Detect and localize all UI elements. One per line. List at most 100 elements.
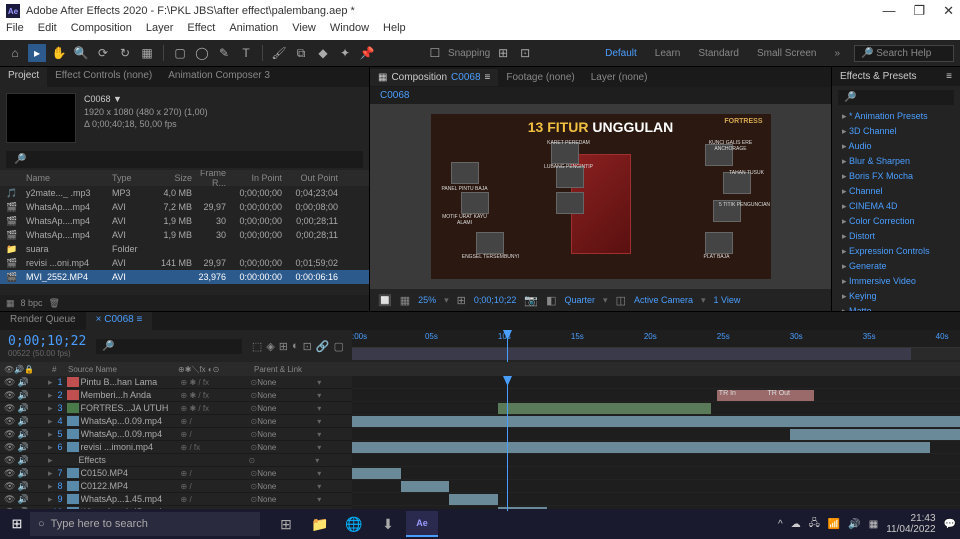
3d-icon[interactable]: ◫ [616, 294, 626, 307]
trash-icon[interactable]: 🗑 [49, 298, 60, 309]
tab-animation-composer[interactable]: Animation Composer 3 [160, 67, 278, 87]
timeline-track[interactable] [352, 467, 960, 480]
workspace-smallscreen[interactable]: Small Screen [753, 48, 820, 59]
idm-icon[interactable]: ⬇ [372, 511, 404, 537]
tl-opt6-icon[interactable]: 🔗 [316, 340, 330, 353]
menu-window[interactable]: Window [330, 22, 369, 40]
timeline-layer[interactable]: 👁 🔊▸8C0122.MP4⊕ /⊙None▾ [0, 480, 352, 493]
timeline-layer[interactable]: 👁 🔊▸3FORTRES...JA UTUH⊕ ✱ / fx⊙None▾ [0, 402, 352, 415]
col-name[interactable]: Name [26, 173, 112, 183]
hand-tool[interactable]: ✋ [50, 44, 68, 62]
project-search-input[interactable]: 🔎 [6, 151, 363, 168]
effect-category[interactable]: Distort [832, 229, 960, 244]
effect-category[interactable]: Keying [832, 289, 960, 304]
col-fps[interactable]: Frame R... [192, 170, 226, 188]
tl-opt5-icon[interactable]: ⊡ [303, 340, 312, 353]
col-mode[interactable]: ⊕✱＼fx ◐⊙ [174, 364, 250, 375]
effect-category[interactable]: Expression Controls [832, 244, 960, 259]
snap-opt-icon[interactable]: ⊞ [494, 44, 512, 62]
project-item[interactable]: 🎵y2mate..._ .mp3MP34,0 MB0;00;00;000;04;… [0, 186, 369, 200]
snapping-checkbox[interactable]: ☐ [426, 44, 444, 62]
timeline-search[interactable]: 🔎 [96, 339, 242, 354]
menu-view[interactable]: View [292, 22, 316, 40]
start-button[interactable]: ⊞ [4, 511, 30, 537]
effect-category[interactable]: CINEMA 4D [832, 199, 960, 214]
panel-menu-icon[interactable]: ≡ [946, 71, 952, 82]
menu-edit[interactable]: Edit [38, 22, 57, 40]
notifications-icon[interactable]: 💬 [944, 519, 956, 530]
snapshot-icon[interactable]: 📷 [524, 294, 538, 307]
effect-category[interactable]: Blur & Sharpen [832, 154, 960, 169]
timeline-track[interactable] [352, 428, 960, 441]
clip[interactable]: TR In [717, 390, 766, 401]
timeline-tracks[interactable]: TR InTR OutTR InTR OutTR In [352, 376, 960, 511]
timeline-track[interactable]: TR In [352, 415, 960, 428]
effect-category[interactable]: Matte [832, 304, 960, 311]
tab-timeline-comp[interactable]: × C0068 ≡ [86, 312, 153, 330]
col-type[interactable]: Type [112, 173, 148, 183]
grid-icon[interactable]: ▦ [400, 294, 410, 307]
tab-render-queue[interactable]: Render Queue [0, 312, 86, 330]
minimize-button[interactable]: — [882, 3, 895, 19]
camera-dropdown[interactable]: Active Camera [634, 295, 693, 305]
taskbar-clock[interactable]: 21:43 11/04/2022 [886, 513, 935, 535]
channel-icon[interactable]: ◧ [546, 294, 556, 307]
view-dropdown[interactable]: 1 View [714, 295, 741, 305]
col-source-name[interactable]: Source Name [64, 365, 174, 374]
timeline-track[interactable] [352, 480, 960, 493]
tray-chevron-icon[interactable]: ^ [778, 519, 783, 530]
tl-opt4-icon[interactable]: ◐ [292, 340, 299, 353]
clone-tool[interactable]: ⧉ [292, 44, 310, 62]
snap-opt2-icon[interactable]: ⊡ [516, 44, 534, 62]
project-item[interactable]: 🎬WhatsAp....mp4AVI1,9 MB300;00;00;000;00… [0, 214, 369, 228]
playhead[interactable] [507, 330, 508, 362]
explorer-icon[interactable]: 📁 [304, 511, 336, 537]
tl-opt3-icon[interactable]: ⊞ [279, 340, 288, 353]
workspace-overflow[interactable]: » [830, 48, 844, 59]
magnify-icon[interactable]: 🔲 [378, 294, 392, 307]
timeline-track[interactable] [352, 376, 960, 389]
effect-category[interactable]: 3D Channel [832, 124, 960, 139]
timeline-ruler[interactable]: :00s05s10s15s20s25s30s35s40s [352, 330, 960, 348]
orbit-tool[interactable]: ⟳ [94, 44, 112, 62]
effect-category[interactable]: Boris FX Mocha [832, 169, 960, 184]
project-item[interactable]: 🎬MVI_2552.MP4AVI23,9760:00:00:000:00:06:… [0, 270, 369, 284]
effect-category[interactable]: Immersive Video [832, 274, 960, 289]
quality-dropdown[interactable]: Quarter [565, 295, 596, 305]
tray-network-icon[interactable]: 🖧 [809, 516, 820, 533]
zoom-tool[interactable]: 🔍 [72, 44, 90, 62]
effect-category[interactable]: Channel [832, 184, 960, 199]
tab-project[interactable]: Project [0, 67, 47, 87]
timeline-layer[interactable]: 👁 🔊▸7C0150.MP4⊕ /⊙None▾ [0, 467, 352, 480]
workspace-standard[interactable]: Standard [694, 48, 743, 59]
selection-tool[interactable]: ▸ [28, 44, 46, 62]
timeline-layer[interactable]: 👁 🔊▸1Pintu B...han Lama⊕ ✱ / fx⊙None▾ [0, 376, 352, 389]
menu-help[interactable]: Help [383, 22, 406, 40]
maximize-button[interactable]: ❐ [913, 3, 925, 19]
close-button[interactable]: ✕ [943, 3, 954, 19]
workspace-learn[interactable]: Learn [651, 48, 685, 59]
clip[interactable]: TR Out [765, 390, 814, 401]
tab-footage[interactable]: Footage (none) [498, 69, 582, 86]
project-item[interactable]: 🎬WhatsAp....mp4AVI7,2 MB29,970;00;00;000… [0, 200, 369, 214]
project-item[interactable]: 🎬revisi ...oni.mp4AVI141 MB29,970;00;00;… [0, 256, 369, 270]
timeline-track[interactable]: TR InTR Out [352, 402, 960, 415]
clip[interactable] [498, 403, 711, 414]
home-tool[interactable]: ⌂ [6, 44, 24, 62]
project-item[interactable]: 📁suaraFolder [0, 242, 369, 256]
timeline-layer[interactable]: 👁 🔊▸9WhatsAp...1.45.mp4⊕ /⊙None▾ [0, 493, 352, 506]
tray-onedrive-icon[interactable]: ☁ [791, 519, 801, 530]
tray-wifi-icon[interactable]: 📶 [828, 519, 840, 530]
pen-tool[interactable]: ✎ [215, 44, 233, 62]
tab-effect-controls[interactable]: Effect Controls (none) [47, 67, 160, 87]
search-help-input[interactable]: 🔎 Search Help [854, 45, 954, 62]
zoom-dropdown[interactable]: 25% [418, 295, 436, 305]
menu-layer[interactable]: Layer [146, 22, 174, 40]
tab-composition[interactable]: ▦ Composition C0068 ≡ [370, 69, 498, 86]
roto-tool[interactable]: ✦ [336, 44, 354, 62]
work-area-bar[interactable] [352, 348, 960, 360]
clip[interactable] [352, 442, 930, 453]
comp-viewer[interactable]: 13 FITUR UNGGULAN FORTRESS KARET PEREDAM… [370, 104, 831, 289]
chrome-icon[interactable]: 🌐 [338, 511, 370, 537]
tray-volume-icon[interactable]: 🔊 [848, 519, 860, 530]
